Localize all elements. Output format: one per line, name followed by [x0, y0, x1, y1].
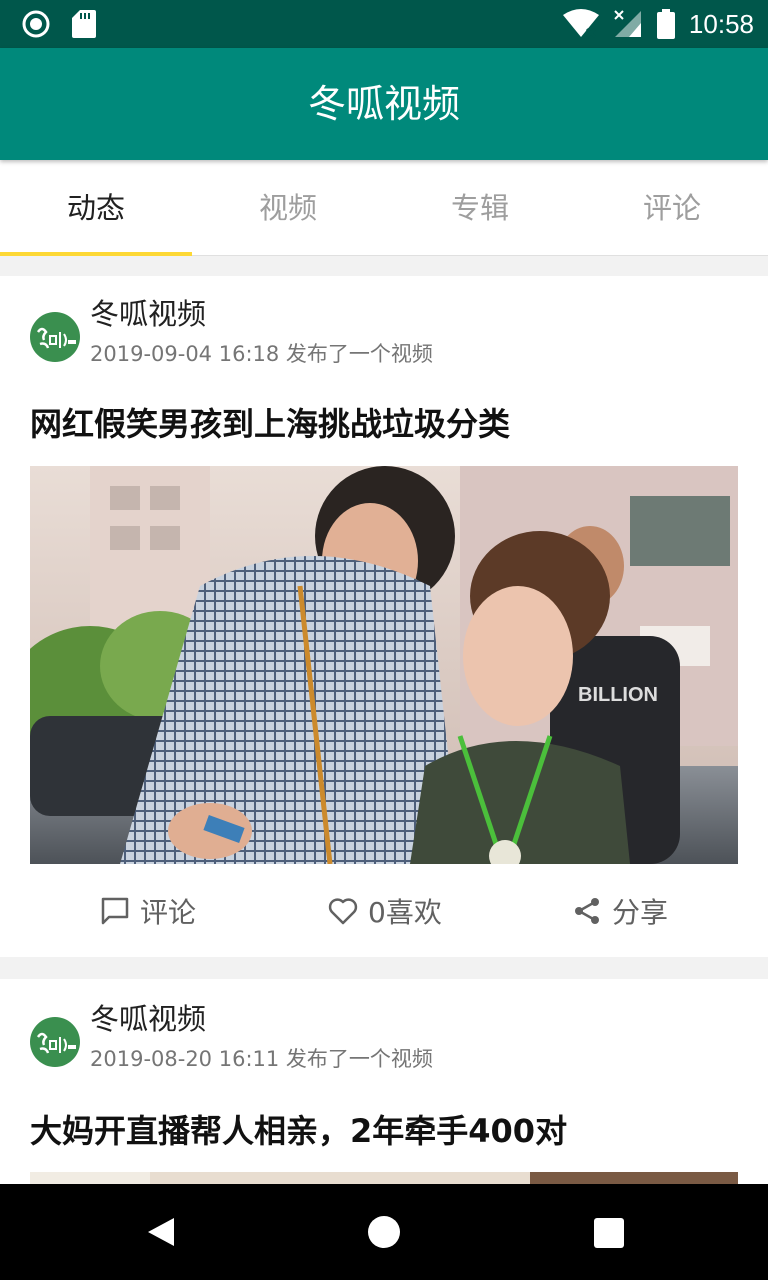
- like-label: 0喜欢: [368, 896, 442, 929]
- tab-dynamic[interactable]: 动态: [0, 160, 192, 256]
- navigation-bar: [0, 1184, 768, 1280]
- app-bar: 冬呱视频: [0, 48, 768, 160]
- battery-icon: [656, 9, 675, 39]
- app-title: 冬呱视频: [307, 82, 460, 126]
- post-title[interactable]: 大妈开直播帮人相亲，2年牵手400对: [30, 1109, 567, 1153]
- back-icon[interactable]: [144, 1216, 176, 1248]
- signal-icon: [614, 10, 641, 37]
- home-icon[interactable]: [368, 1216, 400, 1248]
- author-name[interactable]: 冬呱视频: [90, 1001, 206, 1037]
- tab-videos[interactable]: 视频: [192, 160, 384, 256]
- tab-indicator: [0, 252, 192, 256]
- tab-comments[interactable]: 评论: [576, 160, 768, 256]
- feed-card[interactable]: 冬呱视频 2019-09-04 16:18 发布了一个视频 网红假笑男孩到上海挑…: [0, 276, 768, 957]
- avatar[interactable]: [30, 312, 80, 362]
- author-name[interactable]: 冬呱视频: [90, 296, 206, 332]
- post-actions: 评论 0喜欢 分享: [0, 866, 768, 956]
- comment-button[interactable]: 评论: [100, 866, 196, 956]
- comment-icon: [101, 897, 129, 925]
- post-meta: 2019-08-20 16:11 发布了一个视频: [90, 1047, 433, 1071]
- tab-albums[interactable]: 专辑: [384, 160, 576, 256]
- share-icon: [575, 898, 599, 924]
- share-button[interactable]: 分享: [572, 866, 668, 956]
- post-meta: 2019-09-04 16:18 发布了一个视频: [90, 342, 433, 366]
- heart-icon: [328, 898, 358, 925]
- tab-bar: 动态 视频 专辑 评论: [0, 160, 768, 256]
- sd-card-icon: [72, 10, 96, 38]
- status-time: 10:58: [688, 9, 754, 39]
- status-bar: 10:58: [0, 0, 768, 48]
- comment-label: 评论: [140, 896, 197, 929]
- post-title[interactable]: 网红假笑男孩到上海挑战垃圾分类: [30, 402, 510, 446]
- video-thumbnail[interactable]: BILLION: [30, 466, 738, 864]
- like-button[interactable]: 0喜欢: [328, 866, 442, 956]
- record-icon: [22, 10, 50, 38]
- svg-text:BILLION: BILLION: [578, 684, 658, 706]
- recents-icon[interactable]: [594, 1218, 624, 1248]
- share-label: 分享: [612, 896, 669, 929]
- feed-card[interactable]: 冬呱视频 2019-08-20 16:11 发布了一个视频 大妈开直播帮人相亲，…: [0, 979, 768, 1199]
- wifi-icon: [562, 9, 599, 39]
- avatar[interactable]: [30, 1017, 80, 1067]
